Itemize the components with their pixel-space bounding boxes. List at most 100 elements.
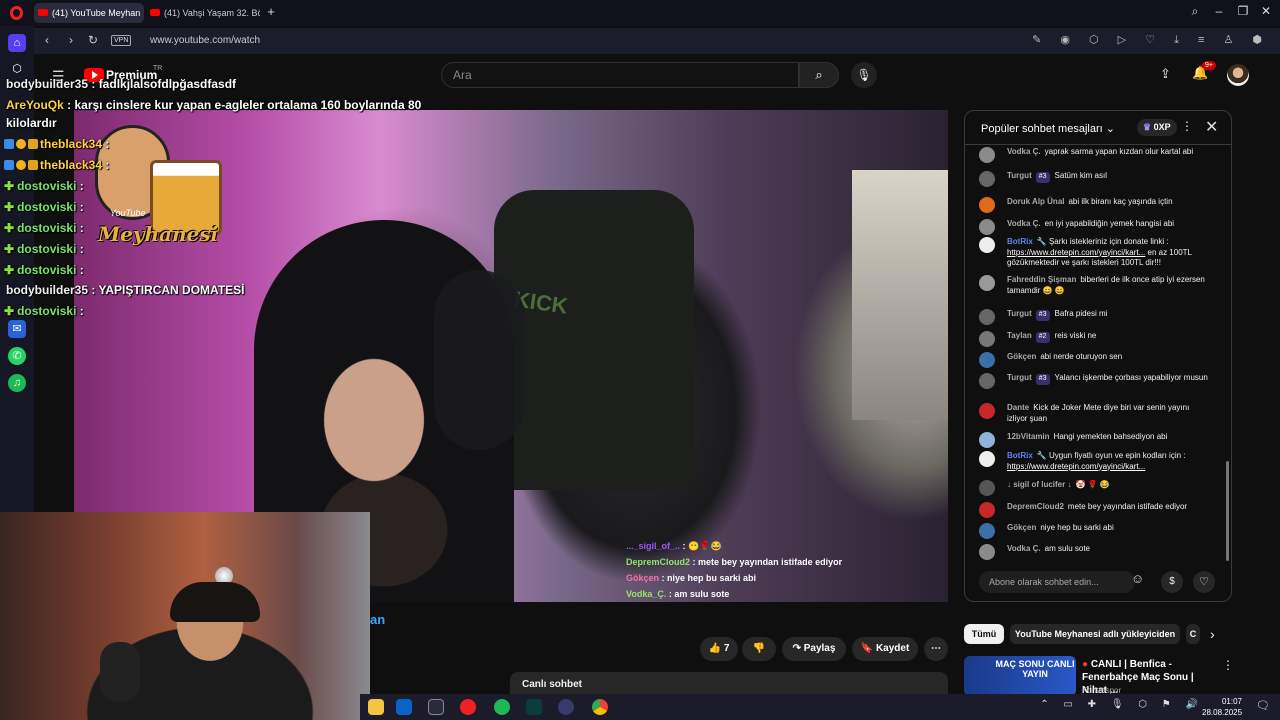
chip-from-uploader[interactable]: YouTube Meyhanesi adlı yükleyiciden <box>1010 624 1180 644</box>
chip-all[interactable]: Tümü <box>964 624 1004 644</box>
recommendation-thumbnail[interactable]: MAÇ SONU CANLI YAYIN <box>964 656 1076 696</box>
chat-message[interactable]: ↓ sigil of lucifer ↓ 🤡 🌹 😂 <box>979 480 1209 496</box>
chat-avatar[interactable] <box>979 331 995 347</box>
chat-avatar[interactable] <box>979 352 995 368</box>
tab-vahsi-yasam[interactable]: (41) Vahşi Yaşam 32. Bölüm <box>146 3 260 23</box>
chat-input[interactable]: Abone olarak sohbet edin... <box>979 571 1135 593</box>
search-tabs-icon[interactable]: ⌕ <box>1186 4 1204 19</box>
chat-message[interactable]: Gökçen niye hep bu sarki abi <box>979 523 1209 539</box>
chat-message[interactable]: Turgut #3 Bafra pidesi mi <box>979 309 1209 325</box>
chat-avatar[interactable] <box>979 219 995 235</box>
chat-message[interactable]: Dante Kick de Joker Mete diye biri var se… <box>979 403 1209 424</box>
pinboard-icon[interactable]: ⬡ <box>8 60 26 78</box>
chat-scrollbar[interactable] <box>1226 461 1229 561</box>
chat-avatar[interactable] <box>979 480 995 496</box>
video-title-fragment[interactable]: an <box>370 612 385 627</box>
chat-message[interactable]: Turgut #3 Satüm kim asıl <box>979 171 1209 187</box>
chat-more-icon[interactable]: ⋮ <box>1181 119 1193 133</box>
obs-icon[interactable] <box>428 699 444 715</box>
minimize-button[interactable]: – <box>1210 4 1228 18</box>
chat-mode-dropdown[interactable]: Popüler sohbet mesajları ⌄ <box>981 122 1115 135</box>
new-tab-button[interactable]: + <box>264 5 278 19</box>
chat-avatar[interactable] <box>979 502 995 518</box>
chat-avatar[interactable] <box>979 309 995 325</box>
tab-youtube-meyhanesi[interactable]: (41) YouTube Meyhan <box>34 3 144 23</box>
chat-link[interactable]: https://www.dretepin.com/yayinci/kart... <box>1007 248 1145 257</box>
dislike-button[interactable]: 👎 <box>742 637 776 661</box>
live-chat-panel: Popüler sohbet mesajları ⌄ ♛ 0XP ⋮ ✕ Vod… <box>964 110 1232 602</box>
chat-avatar[interactable] <box>979 237 995 253</box>
upload-icon[interactable]: ⇪ <box>1160 66 1171 82</box>
chat-avatar[interactable] <box>979 544 995 560</box>
spotify-taskbar-icon[interactable] <box>494 699 510 715</box>
chip-next[interactable]: C <box>1186 624 1200 644</box>
close-chat-icon[interactable]: ✕ <box>1205 117 1218 137</box>
heart-icon[interactable]: ♡ <box>1193 571 1215 593</box>
chat-message[interactable]: Doruk Alp Ünal abi ilk biranı kaç yaşında… <box>979 197 1209 213</box>
search-input[interactable]: Ara <box>441 62 799 88</box>
rank-badge: #2 <box>1035 332 1050 343</box>
search-button[interactable]: ⌕ <box>799 62 839 88</box>
chat-message[interactable]: Turgut #3 Yalancı işkembe çorbası yapabili… <box>979 373 1209 389</box>
share-button[interactable]: ↷ Paylaş <box>782 637 846 661</box>
close-window-button[interactable]: ✕ <box>1257 4 1275 18</box>
clock[interactable]: 01:07 28.08.2025 <box>1202 696 1242 718</box>
discord-taskbar-icon[interactable] <box>558 699 574 715</box>
chat-message[interactable]: Vodka Ç. am sulu sote <box>979 544 1209 560</box>
chat-avatar[interactable] <box>979 432 995 448</box>
chat-avatar[interactable] <box>979 147 995 163</box>
outlook-icon[interactable] <box>396 699 412 715</box>
whatsapp-icon[interactable]: ✆ <box>8 347 26 365</box>
chat-message[interactable]: Vodka Ç. yaprak sarma yapan kızdan olur k… <box>979 147 1209 163</box>
overlay-chat-line: ✚ dostoviski : <box>4 263 84 277</box>
chat-message[interactable]: DepremCloud2 mete bey yayından istifade e… <box>979 502 1209 518</box>
forward-button[interactable]: › <box>64 33 78 47</box>
chat-avatar[interactable] <box>979 275 995 291</box>
chat-message[interactable]: Gökçen abi nerde oturuyon sen <box>979 352 1209 368</box>
chat-message[interactable]: BotRix 🔧 Uygun fiyatlı oyun ve epin kodla… <box>979 451 1209 472</box>
chat-text: mete bey yayından istifade ediyor <box>1067 502 1188 511</box>
account-avatar[interactable] <box>1227 64 1249 86</box>
youtube-favicon-icon <box>150 9 160 16</box>
maximize-button[interactable]: ❐ <box>1234 4 1252 18</box>
chat-link[interactable]: https://www.dretepin.com/yayinci/kart... <box>1007 462 1145 471</box>
notification-center-icon[interactable]: 🗨 <box>1256 699 1270 712</box>
chat-message[interactable]: BotRix 🔧 Şarkı istekleriniz için donate l… <box>979 237 1209 269</box>
chat-avatar[interactable] <box>979 197 995 213</box>
spotify-icon[interactable]: ♫ <box>8 374 26 392</box>
system-tray-icons[interactable]: ⌃ ▭ ✚ 🎙 ⬡ ⚑ 🔊 <box>1040 699 1204 710</box>
url-field[interactable]: www.youtube.com/watch <box>150 35 260 46</box>
chat-message[interactable]: 12bVitamin Hangi yemekten bahsediyon abi <box>979 432 1209 448</box>
chat-avatar[interactable] <box>979 373 995 389</box>
overlay-chat-line: bodybuilder35 : fadlkjlalsofdlpğasdfasdf <box>6 77 237 91</box>
back-button[interactable]: ‹ <box>40 33 54 47</box>
chat-avatar[interactable] <box>979 171 995 187</box>
emoji-icon[interactable]: ☺ <box>1131 571 1144 586</box>
chat-message[interactable]: Fahreddin Şişman biberleri de ilk once at… <box>979 275 1209 296</box>
like-button[interactable]: 👍 7 <box>700 637 738 661</box>
voice-search-button[interactable]: 🎙 <box>851 62 877 88</box>
file-explorer-icon[interactable] <box>368 699 384 715</box>
more-actions-button[interactable]: ⋯ <box>924 637 948 661</box>
super-chat-icon[interactable]: $ <box>1161 571 1183 593</box>
chat-message[interactable]: Taylan #2 reis viski ne <box>979 331 1209 347</box>
home-icon[interactable]: ⌂ <box>8 34 26 52</box>
chrome-taskbar-icon[interactable] <box>592 699 608 715</box>
vpn-badge[interactable]: VPN <box>111 35 132 46</box>
chat-avatar[interactable] <box>979 523 995 539</box>
address-bar-actions[interactable]: ✎ ◉ ⬡ ▷ ♡ ⤓ ≡ ♙ ⬢ <box>1032 33 1270 47</box>
xp-badge[interactable]: ♛ 0XP <box>1137 119 1177 136</box>
app-taskbar-icon[interactable] <box>526 699 542 715</box>
recommendation-more-icon[interactable]: ⋮ <box>1222 658 1234 672</box>
chat-header: Popüler sohbet mesajları ⌄ ♛ 0XP ⋮ ✕ <box>965 111 1231 145</box>
chat-avatar[interactable] <box>979 403 995 419</box>
gaming-chair <box>494 190 694 490</box>
opera-taskbar-icon[interactable] <box>460 699 476 715</box>
messenger-icon[interactable]: ✉ <box>8 320 26 338</box>
save-button[interactable]: 🔖 Kaydet <box>852 637 918 661</box>
chips-next-arrow-icon[interactable]: › <box>1210 626 1215 642</box>
chat-avatar[interactable] <box>979 451 995 467</box>
reload-button[interactable]: ↻ <box>86 33 100 47</box>
opera-logo-icon[interactable] <box>10 6 23 20</box>
chat-message[interactable]: Vodka Ç. en iyi yapabildiğin yemek hangis… <box>979 219 1209 235</box>
